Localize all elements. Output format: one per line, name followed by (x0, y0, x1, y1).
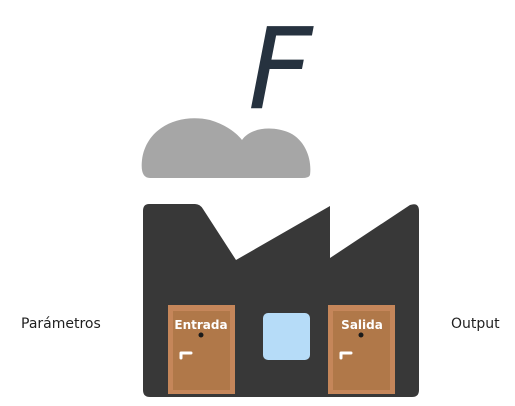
entrance-door: Entrada (168, 305, 235, 394)
exit-door: Salida (328, 305, 395, 394)
output-label: Output (451, 316, 500, 332)
exit-door-label: Salida (341, 318, 383, 332)
entrance-door-knob (198, 332, 204, 338)
factory-window (263, 313, 310, 360)
input-label: Parámetros (21, 316, 101, 332)
function-symbol: F (248, 5, 314, 135)
exit-door-knob (358, 332, 364, 338)
function-factory-diagram: F Entrada Salida (141, 5, 419, 397)
entrance-door-label: Entrada (174, 318, 227, 332)
